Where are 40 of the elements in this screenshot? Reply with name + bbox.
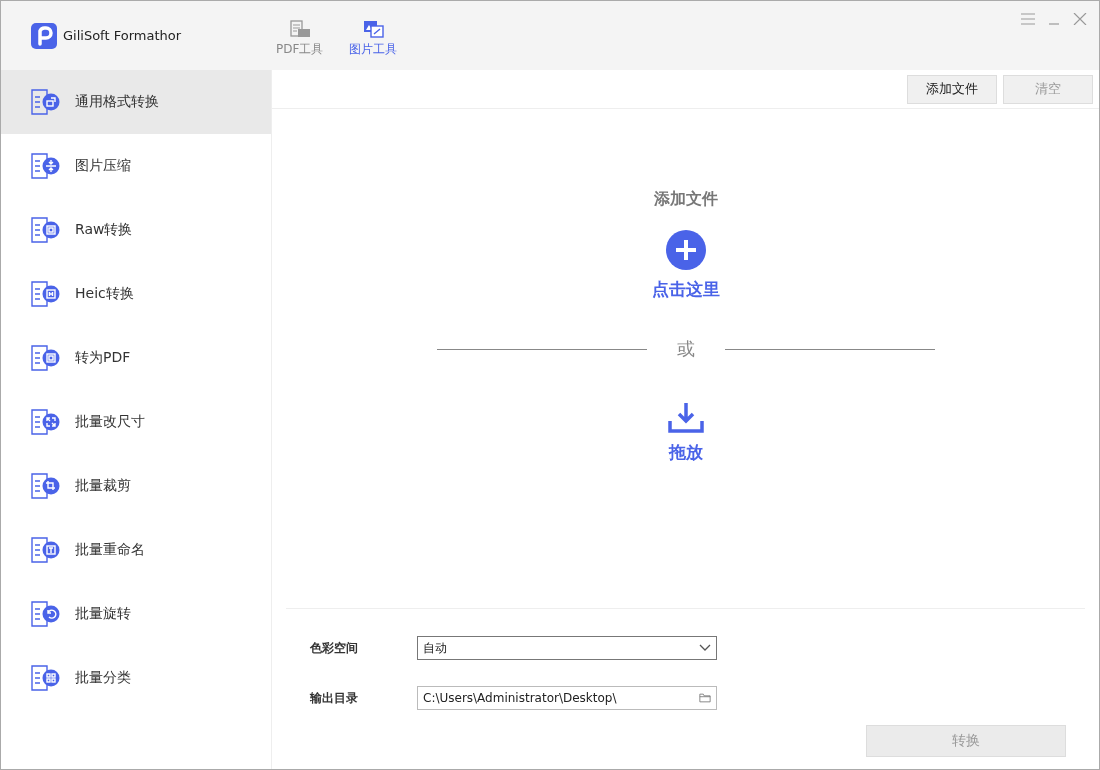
document-badge-icon bbox=[31, 537, 61, 563]
sidebar-item[interactable]: Heic转换 bbox=[1, 262, 271, 326]
document-badge-icon bbox=[31, 281, 61, 307]
or-label: 或 bbox=[676, 337, 695, 361]
click-here-link[interactable]: 点击这里 bbox=[651, 278, 720, 301]
color-space-label: 色彩空间 bbox=[310, 639, 359, 657]
sidebar-item[interactable]: 批量重命名 bbox=[1, 518, 271, 582]
close-icon[interactable] bbox=[1073, 13, 1087, 25]
chevron-down-icon bbox=[699, 643, 711, 653]
document-badge-icon bbox=[31, 153, 61, 179]
document-badge-icon bbox=[31, 217, 61, 243]
toolbar-button[interactable]: 添加文件 bbox=[907, 74, 997, 104]
document-badge-icon bbox=[31, 345, 61, 371]
document-badge-icon bbox=[31, 601, 61, 627]
document-badge-icon bbox=[31, 409, 61, 435]
sidebar-item[interactable]: 转为PDF bbox=[1, 326, 271, 390]
tool-tab[interactable]: 图片工具 bbox=[349, 19, 398, 58]
document-badge-icon bbox=[31, 665, 61, 691]
folder-icon[interactable] bbox=[699, 693, 711, 703]
output-folder-field[interactable]: C:\Users\Administrator\Desktop\ bbox=[417, 686, 717, 710]
sidebar-item[interactable]: Raw转换 bbox=[1, 198, 271, 262]
document-icon bbox=[288, 19, 311, 38]
sidebar-item[interactable]: 批量改尺寸 bbox=[1, 390, 271, 454]
sidebar-item[interactable]: 批量裁剪 bbox=[1, 454, 271, 518]
drag-drop-label: 拖放 bbox=[668, 441, 703, 464]
document-badge-icon bbox=[31, 89, 61, 115]
color-space-dropdown[interactable]: 自动 bbox=[417, 636, 717, 660]
sidebar-item[interactable]: 图片压缩 bbox=[1, 134, 271, 198]
menu-icon[interactable] bbox=[1021, 13, 1035, 25]
app-title: GiliSoft Formathor bbox=[63, 28, 182, 43]
app-logo-icon bbox=[31, 22, 57, 49]
sidebar-item[interactable]: 通用格式转换 bbox=[1, 70, 271, 134]
output-folder-label: 输出目录 bbox=[310, 689, 359, 707]
download-icon bbox=[667, 403, 704, 433]
sidebar-item[interactable]: 批量旋转 bbox=[1, 582, 271, 646]
add-icon[interactable] bbox=[665, 230, 706, 270]
picture-icon bbox=[362, 19, 385, 38]
sidebar-item[interactable]: 批量分类 bbox=[1, 646, 271, 710]
dropzone-title: 添加文件 bbox=[653, 189, 718, 210]
document-badge-icon bbox=[31, 473, 61, 499]
